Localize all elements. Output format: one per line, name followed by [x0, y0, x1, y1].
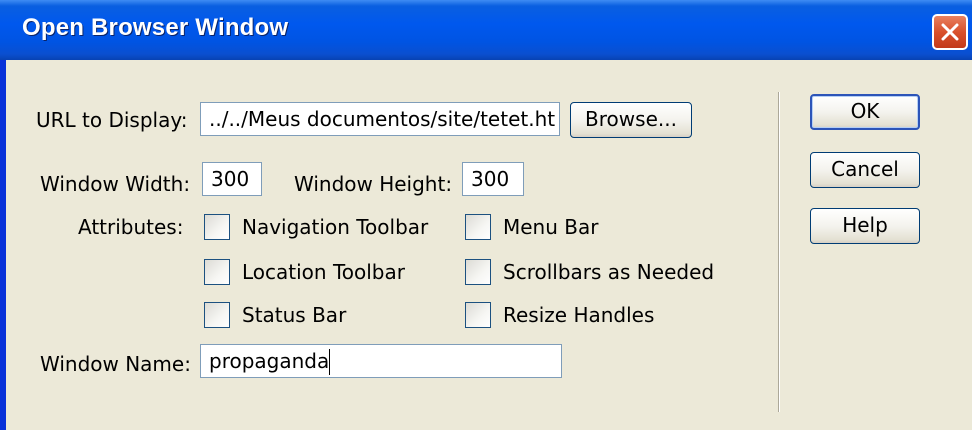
- scrollbars-checkbox[interactable]: [465, 259, 491, 285]
- navigation-toolbar-checkbox[interactable]: [204, 214, 230, 240]
- separator: [778, 92, 780, 412]
- scrollbars-label: Scrollbars as Needed: [503, 260, 715, 284]
- menu-bar-label: Menu Bar: [503, 215, 599, 239]
- browse-button[interactable]: Browse...: [570, 102, 692, 138]
- cancel-button[interactable]: Cancel: [810, 152, 920, 188]
- ok-button[interactable]: OK: [810, 94, 920, 130]
- dialog-window: Open Browser Window URL to Display: ../.…: [0, 0, 972, 430]
- status-bar-checkbox[interactable]: [204, 302, 230, 328]
- dialog-body: URL to Display: ../../Meus documentos/si…: [6, 60, 972, 430]
- help-button[interactable]: Help: [810, 208, 920, 244]
- navigation-toolbar-label: Navigation Toolbar: [242, 215, 429, 239]
- window-width-input[interactable]: 300: [202, 162, 262, 196]
- url-input[interactable]: ../../Meus documentos/site/tetet.ht: [200, 102, 560, 136]
- location-toolbar-label: Location Toolbar: [242, 260, 405, 284]
- window-name-input[interactable]: propaganda: [200, 344, 562, 378]
- status-bar-label: Status Bar: [242, 303, 347, 327]
- height-label: Window Height:: [294, 172, 453, 196]
- window-height-input[interactable]: 300: [462, 162, 524, 196]
- url-label: URL to Display:: [36, 108, 188, 132]
- title-bar: Open Browser Window: [0, 0, 972, 60]
- text-caret: [329, 348, 331, 375]
- menu-bar-checkbox[interactable]: [465, 214, 491, 240]
- attributes-label: Attributes:: [78, 215, 184, 239]
- resize-handles-checkbox[interactable]: [465, 302, 491, 328]
- resize-handles-label: Resize Handles: [503, 303, 655, 327]
- window-name-label: Window Name:: [40, 352, 191, 376]
- window-title: Open Browser Window: [22, 14, 289, 41]
- width-label: Window Width:: [40, 172, 191, 196]
- close-icon: [941, 23, 959, 41]
- location-toolbar-checkbox[interactable]: [204, 259, 230, 285]
- window-name-value: propaganda: [209, 349, 330, 373]
- close-button[interactable]: [932, 14, 968, 50]
